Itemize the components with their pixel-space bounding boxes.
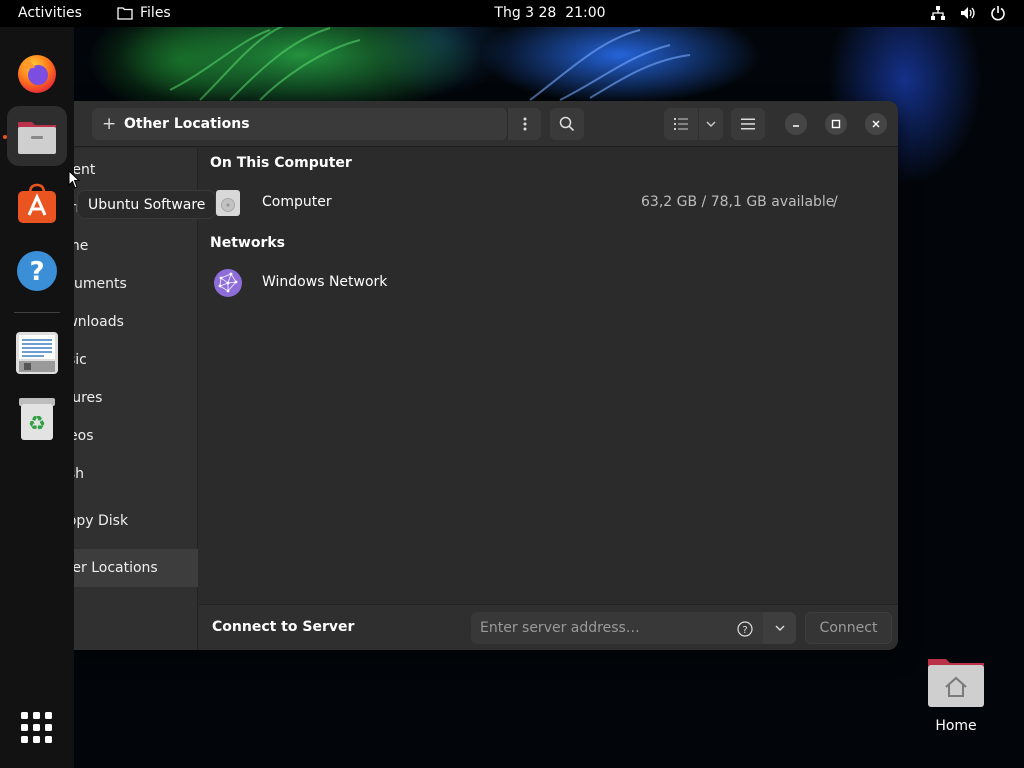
sidebar-item-floppy-disk[interactable]: Floppy Disk: [74, 502, 198, 540]
location-row-windows-network[interactable]: Windows Network: [199, 263, 898, 303]
connect-button[interactable]: Connect: [805, 612, 892, 644]
location-row-computer[interactable]: Computer 63,2 GB / 78,1 GB available /: [199, 183, 898, 223]
dock: ? ♻: [0, 27, 74, 768]
maximize-button[interactable]: [825, 113, 847, 135]
drive-icon: [216, 190, 240, 216]
desktop-home-label: Home: [935, 718, 977, 734]
list-view-icon: [674, 118, 688, 130]
help-icon[interactable]: ?: [737, 621, 753, 637]
kebab-menu-icon: [523, 117, 526, 131]
header-bar: + Other Locations: [74, 101, 898, 147]
sidebar-item-home[interactable]: Home: [74, 227, 198, 265]
sidebar-item-label: Pictures: [74, 390, 103, 406]
svg-text:?: ?: [742, 625, 747, 636]
hamburger-menu-icon: [741, 118, 755, 130]
ubuntu-software-icon: [18, 183, 56, 223]
sidebar-item-label: Floppy Disk: [74, 513, 129, 529]
desktop-home-folder[interactable]: Home: [916, 655, 996, 740]
mouse-cursor-icon: [68, 170, 81, 189]
location-space-info: 63,2 GB / 78,1 GB available: [641, 194, 835, 210]
sidebar-item-other-locations[interactable]: Other Locations: [74, 549, 198, 587]
location-name: Computer: [262, 194, 332, 210]
dock-item-help[interactable]: ?: [7, 241, 67, 301]
sidebar-item-label: Documents: [74, 276, 127, 292]
connect-to-server-label: Connect to Server: [212, 619, 355, 635]
sidebar-item-trash[interactable]: Trash: [74, 455, 198, 493]
search-icon: [559, 116, 575, 132]
text-editor-icon: [16, 332, 58, 374]
show-applications-button[interactable]: [21, 712, 53, 744]
files-icon: [18, 122, 56, 154]
maximize-icon: [831, 119, 841, 129]
running-indicator: [3, 135, 7, 139]
sidebar-item-documents[interactable]: Documents: [74, 265, 198, 303]
close-icon: [872, 120, 880, 128]
minimize-icon: [793, 125, 799, 127]
sidebar-item-label: Other Locations: [74, 560, 158, 576]
sidebar-item-videos[interactable]: Videos: [74, 417, 198, 455]
view-options-button[interactable]: [699, 108, 723, 140]
sidebar-item-label: Trash: [74, 466, 84, 482]
other-locations-view: On This Computer Computer 63,2 GB / 78,1…: [199, 148, 898, 604]
network-globe-icon: [214, 269, 242, 297]
sidebar-item-label: Downloads: [74, 314, 124, 330]
dock-separator: [14, 312, 60, 313]
path-menu-button[interactable]: [507, 108, 541, 140]
svg-text:?: ?: [29, 257, 44, 287]
sidebar-item-pictures[interactable]: Pictures: [74, 379, 198, 417]
connect-to-server-bar: Connect to Server ? Connect: [199, 604, 898, 650]
home-folder-icon: [928, 659, 984, 707]
sidebar-item-label: Home: [74, 238, 89, 254]
dock-item-files[interactable]: [7, 106, 67, 166]
location-name: Windows Network: [262, 274, 388, 290]
network-icon: [931, 6, 945, 20]
location-label: Other Locations: [124, 116, 250, 132]
system-tray[interactable]: [930, 5, 1006, 21]
sidebar-item-downloads[interactable]: Downloads: [74, 303, 198, 341]
main-menu-button[interactable]: [731, 108, 765, 140]
sidebar-item-music[interactable]: Music: [74, 341, 198, 379]
section-title-on-this-computer: On This Computer: [210, 155, 352, 171]
trash-icon: ♻: [19, 398, 55, 440]
dock-item-firefox[interactable]: [7, 43, 67, 103]
chevron-down-icon: [775, 625, 784, 631]
sidebar-item-label: Videos: [74, 428, 94, 444]
app-grid-icon: [21, 712, 52, 743]
location-mount-point: /: [833, 194, 838, 210]
view-list-button[interactable]: [664, 108, 698, 140]
plus-icon: +: [102, 114, 117, 134]
power-icon: [991, 6, 1005, 21]
minimize-button[interactable]: [785, 113, 807, 135]
firefox-icon: [18, 55, 56, 93]
close-button[interactable]: [865, 113, 887, 135]
chevron-down-icon: [706, 121, 716, 127]
section-title-networks: Networks: [210, 235, 286, 251]
search-button[interactable]: [550, 108, 584, 140]
top-bar: Activities Files Thg 3 28 21:00: [0, 0, 1024, 27]
clock-label: Thg 3 28 21:00: [494, 5, 606, 21]
dock-item-text-editor[interactable]: [7, 323, 67, 383]
sidebar-item-label: Music: [74, 352, 87, 368]
dock-item-trash[interactable]: ♻: [7, 389, 67, 449]
clock[interactable]: Thg 3 28 21:00: [0, 5, 1024, 21]
server-address-input[interactable]: [471, 612, 763, 644]
svg-text:♻: ♻: [28, 411, 46, 435]
dock-tooltip: Ubuntu Software: [77, 190, 217, 219]
location-bar[interactable]: + Other Locations: [92, 108, 507, 140]
sidebar: Recent Starred Home Documents Downloads …: [74, 148, 198, 650]
dock-item-ubuntu-software[interactable]: [7, 173, 67, 233]
recent-servers-dropdown[interactable]: [763, 612, 796, 644]
files-window: + Other Locations ent e uments nloads ic…: [74, 101, 898, 650]
help-icon: ?: [17, 251, 57, 291]
volume-icon: [961, 7, 975, 19]
sidebar-item-recent[interactable]: Recent: [74, 151, 198, 189]
